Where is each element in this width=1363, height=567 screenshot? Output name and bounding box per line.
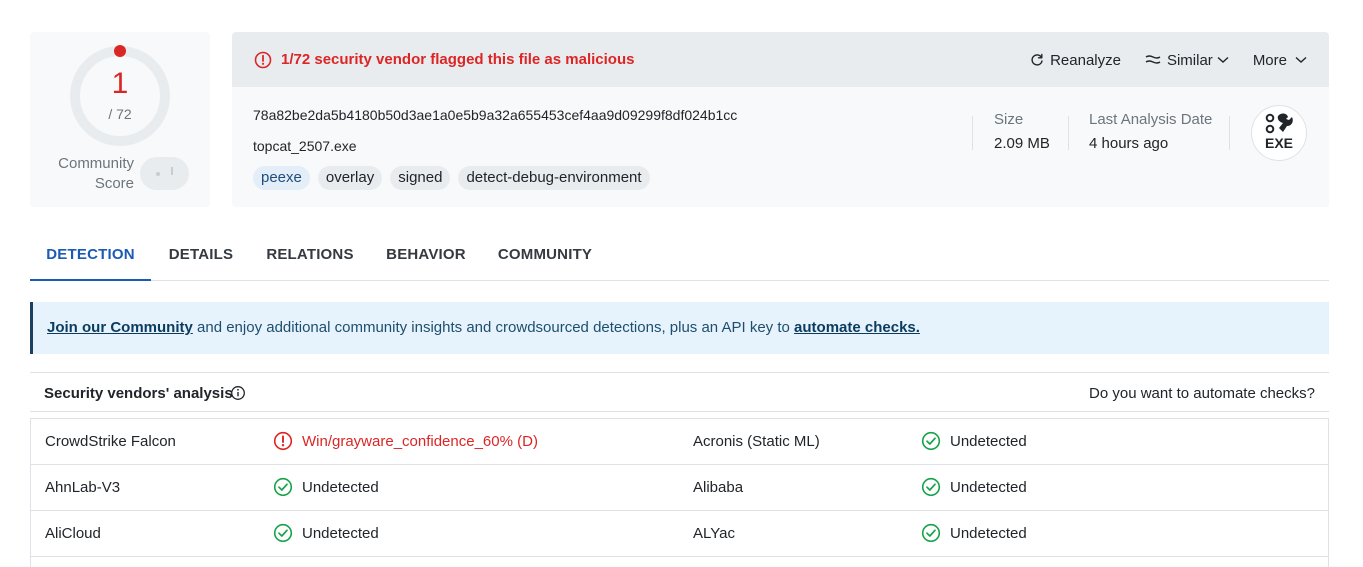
check-circle-icon	[921, 523, 941, 543]
banner-middle-text: and enjoy additional community insights …	[192, 319, 795, 336]
vendor-name: CrowdStrike Falcon	[45, 433, 176, 450]
community-score-card: 1 / 72 Community Score	[30, 32, 210, 207]
automate-checks-link[interactable]: automate checks.	[794, 319, 920, 336]
table-row: AliCloud Undetected ALYac Undetected	[31, 511, 1328, 557]
malicious-alert-bar: 1/72 security vendor flagged this file a…	[232, 32, 1329, 87]
alert-circle-icon	[273, 431, 293, 451]
more-label: More	[1252, 51, 1287, 69]
file-tags: peexe overlay signed detect-debug-enviro…	[253, 166, 658, 190]
file-actions: Reanalyze Similar More	[1006, 50, 1307, 70]
vendor-name: AhnLab-V3	[45, 479, 121, 496]
alert-circle-icon	[254, 51, 272, 69]
file-name: topcat_2507.exe	[253, 138, 357, 154]
tag-peexe[interactable]: peexe	[253, 166, 310, 190]
table-row: CrowdStrike Falcon Win/grayware_confiden…	[31, 419, 1328, 465]
tab-detection[interactable]: DETECTION	[30, 233, 151, 281]
check-circle-icon	[921, 477, 941, 497]
alert-text: 1/72 security vendor flagged this file a…	[281, 51, 635, 68]
last-analysis-date-value: 4 hours ago	[1089, 135, 1169, 152]
vendor-result-text: Undetected	[302, 478, 379, 496]
similar-dropdown[interactable]: Similar	[1145, 52, 1229, 69]
vendor-result-text: Undetected	[950, 432, 1027, 450]
info-icon[interactable]	[230, 385, 246, 401]
vendors-section-title: Security vendors' analysis	[44, 385, 233, 402]
similar-label: Similar	[1166, 51, 1213, 69]
vendor-result: Win/grayware_confidence_60% (D)	[273, 431, 538, 451]
tab-community[interactable]: COMMUNITY	[492, 233, 598, 280]
vendor-result: Undetected	[273, 477, 379, 497]
tab-details[interactable]: DETAILS	[160, 233, 242, 280]
refresh-icon	[1031, 53, 1043, 66]
size-value: 2.09 MB	[994, 135, 1050, 152]
vendor-name: AliCloud	[45, 525, 101, 542]
vendor-result-text: Undetected	[950, 478, 1027, 496]
detection-total: / 72	[108, 106, 132, 122]
file-hash[interactable]: 78a82be2da5b4180b50d3ae1a0e5b9a32a655453…	[253, 107, 737, 123]
last-analysis-date-label: Last Analysis Date	[1089, 111, 1213, 128]
reanalyze-button[interactable]: Reanalyze	[1030, 52, 1121, 69]
check-circle-icon	[273, 523, 293, 543]
vendor-result: Undetected	[921, 477, 1027, 497]
file-type-badge: EXE	[1251, 105, 1307, 161]
vendor-name: Alibaba	[693, 479, 744, 496]
vendor-result-text: Undetected	[302, 524, 379, 542]
more-dropdown[interactable]: More	[1253, 52, 1307, 69]
vendor-result: Undetected	[273, 523, 379, 543]
vendor-result: Undetected	[921, 431, 1027, 451]
vendor-name: ALYac	[693, 525, 735, 542]
detection-count: 1	[111, 67, 129, 100]
tag-signed[interactable]: signed	[390, 166, 451, 190]
reanalyze-label: Reanalyze	[1050, 51, 1121, 69]
vendors-section-header: Security vendors' analysis Do you want t…	[30, 372, 1329, 412]
meta-divider	[972, 116, 973, 150]
vendor-result-text: Undetected	[950, 524, 1027, 542]
banner-text: Join our Community and enjoy additional …	[47, 319, 920, 336]
join-community-link[interactable]: Join our Community	[47, 319, 193, 336]
tab-behavior[interactable]: BEHAVIOR	[380, 233, 472, 280]
meta-divider	[1229, 116, 1230, 150]
tag-overlay[interactable]: overlay	[317, 166, 383, 190]
file-type-label: EXE	[1264, 135, 1293, 151]
automate-checks-prompt[interactable]: Do you want to automate checks?	[1089, 385, 1315, 402]
file-summary-card: 1/72 security vendor flagged this file a…	[232, 32, 1329, 207]
meta-divider	[1068, 116, 1069, 150]
vendor-name: Acronis (Static ML)	[693, 433, 820, 450]
size-label: Size	[994, 111, 1024, 128]
tab-relations[interactable]: RELATIONS	[260, 233, 360, 280]
vendor-result: Undetected	[921, 523, 1027, 543]
chevron-down-icon	[1295, 56, 1307, 63]
check-circle-icon	[921, 431, 941, 451]
vendor-results-table: CrowdStrike Falcon Win/grayware_confiden…	[30, 418, 1329, 567]
vendor-result-text: Win/grayware_confidence_60% (D)	[302, 432, 538, 450]
table-row: AhnLab-V3 Undetected Alibaba Undetected	[31, 465, 1328, 511]
gears-icon	[1265, 113, 1293, 134]
community-score-toggle[interactable]	[140, 157, 189, 190]
similar-icon	[1145, 55, 1161, 64]
tag-detect-debug-environment[interactable]: detect-debug-environment	[458, 166, 650, 190]
community-score-label: Community Score	[58, 155, 134, 192]
report-tabs: DETECTION DETAILS RELATIONS BEHAVIOR COM…	[30, 233, 1329, 281]
community-banner: Join our Community and enjoy additional …	[30, 302, 1329, 354]
chevron-down-icon	[1217, 56, 1229, 63]
check-circle-icon	[273, 477, 293, 497]
